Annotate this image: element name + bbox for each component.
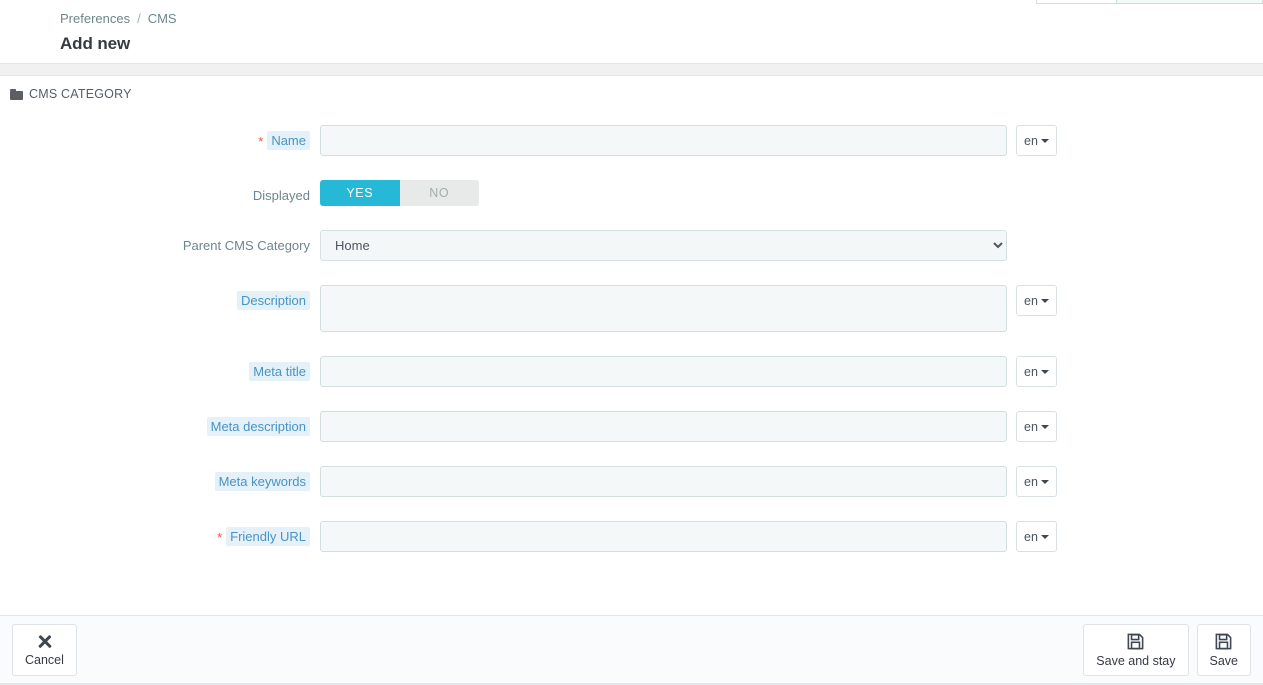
page-title: Add new: [60, 34, 131, 53]
label-parent-cms-category: Parent CMS Category: [0, 230, 320, 253]
meta-title-language-label: en: [1024, 364, 1038, 379]
form-row-meta-keywords: Meta keywords en: [0, 466, 1263, 497]
friendly-url-language-dropdown[interactable]: en: [1016, 521, 1057, 552]
top-search-input[interactable]: [1116, 0, 1263, 4]
label-name-text: Name: [267, 131, 310, 150]
displayed-toggle[interactable]: YES NO: [320, 180, 479, 206]
label-description-text: Description: [236, 291, 310, 310]
name-input[interactable]: [320, 125, 1007, 156]
form-row-meta-title: Meta title en: [0, 356, 1263, 387]
name-language-label: en: [1024, 133, 1038, 148]
cancel-button-label: Cancel: [25, 652, 64, 667]
chevron-down-icon: [1040, 479, 1049, 484]
field-name: en: [320, 125, 1057, 156]
field-meta-title: en: [320, 356, 1057, 387]
label-displayed: Displayed: [0, 180, 320, 203]
field-displayed: YES NO: [320, 180, 479, 206]
cms-category-form: * Name en Displayed YES NO Parent CMS Ca…: [0, 111, 1263, 552]
chevron-down-icon: [1040, 298, 1049, 303]
save-button[interactable]: Save: [1196, 623, 1251, 676]
form-row-name: * Name en: [0, 125, 1263, 156]
meta-description-input[interactable]: [320, 411, 1007, 442]
page-header: Preferences / CMS Add new: [0, 0, 1263, 63]
top-search-scope-select[interactable]: [1036, 0, 1116, 4]
description-language-label: en: [1024, 293, 1038, 308]
breadcrumb-preferences[interactable]: Preferences: [60, 10, 130, 27]
field-meta-keywords: en: [320, 466, 1057, 497]
label-meta-title: Meta title: [0, 356, 320, 381]
form-row-displayed: Displayed YES NO: [0, 180, 1263, 206]
chevron-down-icon: [1040, 534, 1049, 539]
save-and-stay-button-label: Save and stay: [1096, 653, 1176, 668]
breadcrumb-separator: /: [137, 11, 141, 26]
save-button-group: Save and stay Save: [1083, 623, 1251, 676]
save-and-stay-button[interactable]: Save and stay: [1083, 623, 1189, 676]
field-description: en: [320, 285, 1057, 332]
label-friendly-url: * Friendly URL: [0, 521, 320, 546]
folder-icon: [10, 88, 23, 100]
field-meta-description: en: [320, 411, 1057, 442]
label-meta-title-text: Meta title: [249, 362, 310, 381]
chevron-down-icon: [1040, 138, 1049, 143]
breadcrumb: Preferences / CMS: [60, 10, 1263, 27]
friendly-url-input[interactable]: [320, 521, 1007, 552]
form-row-meta-description: Meta description en: [0, 411, 1263, 442]
label-name: * Name: [0, 125, 320, 150]
meta-keywords-language-dropdown[interactable]: en: [1016, 466, 1057, 497]
chevron-down-icon: [1040, 424, 1049, 429]
meta-title-language-dropdown[interactable]: en: [1016, 356, 1057, 387]
description-textarea[interactable]: [320, 285, 1007, 332]
save-button-label: Save: [1209, 653, 1239, 668]
floppy-disk-icon: [1215, 633, 1232, 649]
meta-title-input[interactable]: [320, 356, 1007, 387]
displayed-toggle-no[interactable]: NO: [399, 180, 479, 206]
cancel-button[interactable]: Cancel: [12, 623, 77, 676]
label-displayed-text: Displayed: [252, 188, 310, 203]
name-language-dropdown[interactable]: en: [1016, 125, 1057, 156]
top-search-widget-cutoff[interactable]: [1036, 0, 1263, 4]
form-row-friendly-url: * Friendly URL en: [0, 521, 1263, 552]
label-parent-cms-category-text: Parent CMS Category: [182, 238, 310, 253]
form-row-description: Description en: [0, 285, 1263, 332]
parent-cms-category-select[interactable]: Home: [320, 230, 1007, 261]
floppy-disk-icon: [1127, 633, 1144, 649]
cms-category-panel: CMS CATEGORY * Name en Displayed YES NO …: [0, 76, 1263, 552]
displayed-toggle-yes[interactable]: YES: [320, 180, 400, 206]
form-row-parent-cms-category: Parent CMS Category Home: [0, 230, 1263, 261]
panel-heading-label: CMS CATEGORY: [29, 87, 132, 101]
meta-description-language-label: en: [1024, 419, 1038, 434]
description-language-dropdown[interactable]: en: [1016, 285, 1057, 316]
label-meta-keywords-text: Meta keywords: [214, 472, 310, 491]
breadcrumb-cms[interactable]: CMS: [148, 10, 177, 27]
label-meta-description: Meta description: [0, 411, 320, 436]
close-icon: [36, 633, 53, 650]
field-parent-cms-category: Home: [320, 230, 1007, 261]
meta-keywords-input[interactable]: [320, 466, 1007, 497]
meta-description-language-dropdown[interactable]: en: [1016, 411, 1057, 442]
label-description: Description: [0, 285, 320, 310]
field-friendly-url: en: [320, 521, 1057, 552]
meta-keywords-language-label: en: [1024, 474, 1038, 489]
label-meta-description-text: Meta description: [206, 417, 310, 436]
friendly-url-language-label: en: [1024, 529, 1038, 544]
required-star-name: *: [258, 134, 264, 150]
chevron-down-icon: [1040, 369, 1049, 374]
label-meta-keywords: Meta keywords: [0, 466, 320, 491]
required-star-friendly-url: *: [217, 530, 223, 546]
panel-heading: CMS CATEGORY: [0, 76, 1263, 111]
header-divider-band: [0, 63, 1263, 76]
form-footer: Cancel Save and stay Save: [0, 615, 1263, 685]
label-friendly-url-text: Friendly URL: [226, 527, 310, 546]
